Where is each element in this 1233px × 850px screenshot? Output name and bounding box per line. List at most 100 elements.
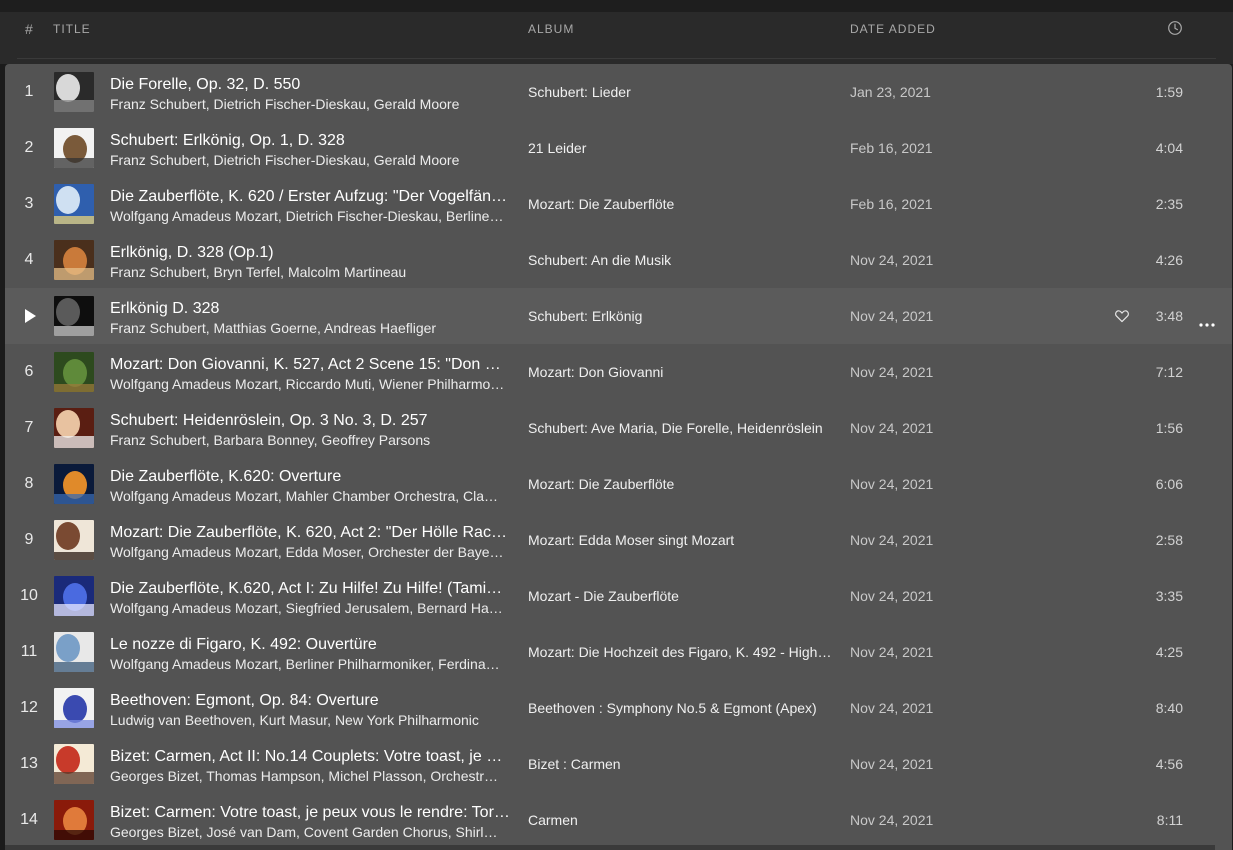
artist-link[interactable]: Franz Schubert	[110, 96, 206, 112]
artist-link[interactable]: Wolfgang Amadeus Mozart	[110, 544, 278, 560]
track-album[interactable]: Schubert: An die Musik	[528, 251, 833, 269]
album-cover[interactable]	[54, 744, 94, 784]
track-title[interactable]: Le nozze di Figaro, K. 492: Ouvertüre	[110, 635, 510, 655]
track-row[interactable]: 14 Bizet: Carmen: Votre toast, je peux vo…	[5, 792, 1232, 848]
artist-link[interactable]: Georges Bizet	[110, 768, 199, 784]
artist-link[interactable]: Michel Plasson	[328, 768, 422, 784]
artist-link[interactable]: Riccardo Muti	[286, 376, 372, 392]
album-cover[interactable]	[54, 576, 94, 616]
artist-link[interactable]: Bernard Haitink	[417, 600, 505, 616]
track-title[interactable]: Erlkönig, D. 328 (Op.1)	[110, 243, 510, 263]
album-cover[interactable]	[54, 240, 94, 280]
album-cover[interactable]	[54, 128, 94, 168]
track-row[interactable]: 4 Erlkönig, D. 328 (Op.1) Franz Schubert, …	[5, 232, 1232, 288]
more-options-icon[interactable]	[1199, 314, 1215, 327]
artist-link[interactable]: Wolfgang Amadeus Mozart	[110, 656, 278, 672]
artist-link[interactable]: Franz Schubert	[110, 264, 206, 280]
artist-link[interactable]: Covent Garden Chorus	[304, 824, 448, 840]
track-title[interactable]: Schubert: Heidenröslein, Op. 3 No. 3, D.…	[110, 411, 510, 431]
track-album[interactable]: 21 Leider	[528, 139, 833, 157]
track-album[interactable]: Schubert: Erlkönig	[528, 307, 833, 325]
track-title[interactable]: Mozart: Don Giovanni, K. 527, Act 2 Scen…	[110, 355, 510, 375]
track-row[interactable]: 11 Le nozze di Figaro, K. 492: Ouvertüre W…	[5, 624, 1232, 680]
artist-link[interactable]: New York Philharmonic	[335, 712, 479, 728]
artist-link[interactable]: Dietrich Fischer-Dieskau	[214, 96, 366, 112]
artist-link[interactable]: Malcolm Martineau	[288, 264, 406, 280]
track-title[interactable]: Beethoven: Egmont, Op. 84: Overture	[110, 691, 510, 711]
artist-link[interactable]: Bryn Terfel	[214, 264, 281, 280]
artist-link[interactable]: Wolfgang Amadeus Mozart	[110, 376, 278, 392]
track-row[interactable]: 12 Beethoven: Egmont, Op. 84: Overture Lud…	[5, 680, 1232, 736]
track-row[interactable]: 10 Die Zauberflöte, K.620, Act I: Zu Hilf…	[5, 568, 1232, 624]
track-album[interactable]: Bizet : Carmen	[528, 755, 833, 773]
artist-link[interactable]: Orchestre du Capitole de Toulouse	[430, 768, 505, 784]
track-album[interactable]: Carmen	[528, 811, 833, 829]
artist-link[interactable]: Matthias Goerne	[214, 320, 318, 336]
artist-link[interactable]: Dietrich Fischer-Dieskau	[286, 208, 438, 224]
track-album[interactable]: Schubert: Lieder	[528, 83, 833, 101]
column-header-date-added[interactable]: DATE ADDED	[850, 22, 936, 36]
artist-link[interactable]: Franz Schubert	[110, 432, 206, 448]
track-row[interactable]: 2 Schubert: Erlkönig, Op. 1, D. 328 Franz …	[5, 120, 1232, 176]
track-row[interactable]: 13 Bizet: Carmen, Act II: No.14 Couplets:…	[5, 736, 1232, 792]
album-cover[interactable]	[54, 632, 94, 672]
artist-link[interactable]: Franz Schubert	[110, 320, 206, 336]
track-title[interactable]: Schubert: Erlkönig, Op. 1, D. 328	[110, 131, 510, 151]
artist-link[interactable]: Gerald Moore	[374, 152, 460, 168]
track-row[interactable]: 3 Die Zauberflöte, K. 620 / Erster Aufzug…	[5, 176, 1232, 232]
track-row[interactable]: 7 Schubert: Heidenröslein, Op. 3 No. 3, D…	[5, 400, 1232, 456]
artist-link[interactable]: Claudio Abbado	[463, 488, 505, 504]
artist-link[interactable]: Thomas Hampson	[206, 768, 320, 784]
track-title[interactable]: Die Zauberflöte, K. 620 / Erster Aufzug:…	[110, 187, 510, 207]
artist-link[interactable]: Orchester der Bayerischen Staatsoper	[368, 544, 505, 560]
artist-link[interactable]: José van Dam	[207, 824, 296, 840]
clock-icon[interactable]	[1167, 20, 1183, 36]
column-header-album[interactable]: ALBUM	[528, 22, 574, 36]
artist-link[interactable]: Wolfgang Amadeus Mozart	[110, 600, 278, 616]
artist-link[interactable]: Shirley Verrett	[456, 824, 505, 840]
track-album[interactable]: Mozart: Edda Moser singt Mozart	[528, 531, 833, 549]
artist-link[interactable]: Wolfgang Amadeus Mozart	[110, 488, 278, 504]
artist-link[interactable]: Ferdinand Leitner	[438, 656, 505, 672]
album-cover[interactable]	[54, 520, 94, 560]
album-cover[interactable]	[54, 464, 94, 504]
artist-link[interactable]: Barbara Bonney	[214, 432, 314, 448]
track-title[interactable]: Bizet: Carmen, Act II: No.14 Couplets: V…	[110, 747, 510, 767]
album-cover[interactable]	[54, 296, 94, 336]
artist-link[interactable]: Dietrich Fischer-Dieskau	[214, 152, 366, 168]
track-album[interactable]: Mozart: Don Giovanni	[528, 363, 833, 381]
track-row[interactable]: 8 Die Zauberflöte, K.620: Overture Wolfgan…	[5, 456, 1232, 512]
track-album[interactable]: Mozart: Die Zauberflöte	[528, 195, 833, 213]
track-album[interactable]: Mozart: Die Zauberflöte	[528, 475, 833, 493]
track-row[interactable]: 1 Die Forelle, Op. 32, D. 550 Franz Schube…	[5, 64, 1232, 120]
track-row[interactable]: 9 Mozart: Die Zauberflöte, K. 620, Act 2:…	[5, 512, 1232, 568]
track-row[interactable]: 6 Mozart: Don Giovanni, K. 527, Act 2 Sce…	[5, 344, 1232, 400]
artist-link[interactable]: Ludwig van Beethoven	[110, 712, 252, 728]
album-cover[interactable]	[54, 408, 94, 448]
play-icon[interactable]	[25, 309, 36, 323]
track-title[interactable]: Bizet: Carmen: Votre toast, je peux vous…	[110, 803, 510, 823]
track-album[interactable]: Mozart: Die Hochzeit des Figaro, K. 492 …	[528, 643, 833, 661]
artist-link[interactable]: Geoffrey Parsons	[321, 432, 430, 448]
artist-link[interactable]: Siegfried Jerusalem	[286, 600, 410, 616]
column-header-title[interactable]: TITLE	[53, 22, 91, 36]
artist-link[interactable]: Gerald Moore	[374, 96, 460, 112]
track-album[interactable]: Schubert: Ave Maria, Die Forelle, Heiden…	[528, 419, 833, 437]
artist-link[interactable]: Wiener Philharmoniker	[379, 376, 505, 392]
album-cover[interactable]	[54, 184, 94, 224]
track-title[interactable]: Erlkönig D. 328	[110, 299, 510, 319]
artist-link[interactable]: Georges Bizet	[110, 824, 199, 840]
track-title[interactable]: Mozart: Die Zauberflöte, K. 620, Act 2: …	[110, 523, 510, 543]
artist-link[interactable]: Berliner Philharmoniker	[286, 656, 431, 672]
album-cover[interactable]	[54, 352, 94, 392]
artist-link[interactable]: Franz Schubert	[110, 152, 206, 168]
artist-link[interactable]: Berliner Philharmoniker	[446, 208, 505, 224]
artist-link[interactable]: Andreas Haefliger	[324, 320, 436, 336]
artist-link[interactable]: Mahler Chamber Orchestra	[286, 488, 456, 504]
artist-link[interactable]: Wolfgang Amadeus Mozart	[110, 208, 278, 224]
track-title[interactable]: Die Zauberflöte, K.620, Act I: Zu Hilfe!…	[110, 579, 510, 599]
track-album[interactable]: Beethoven : Symphony No.5 & Egmont (Apex…	[528, 699, 833, 717]
track-title[interactable]: Die Zauberflöte, K.620: Overture	[110, 467, 510, 487]
track-album[interactable]: Mozart - Die Zauberflöte	[528, 587, 833, 605]
artist-link[interactable]: Edda Moser	[286, 544, 361, 560]
